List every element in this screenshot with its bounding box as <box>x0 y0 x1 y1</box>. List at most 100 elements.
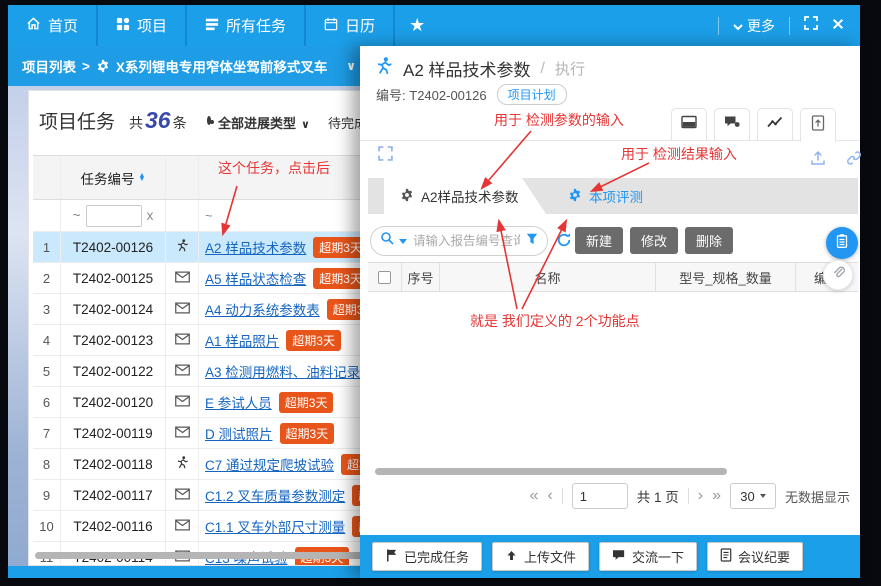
nav-item-projects[interactable]: 项目 <box>98 5 187 46</box>
mail-icon <box>175 395 190 410</box>
overdue-badge: 超期3天 <box>286 330 341 351</box>
task-link[interactable]: A1 样品照片 <box>205 330 279 350</box>
report-search <box>370 226 548 256</box>
col-task-number[interactable]: 任务编号 ▲▼ <box>61 156 166 199</box>
app-window: 首页 项目 所有任务 日历 ★ 更多 项目列表 > <box>0 0 881 586</box>
more-menu[interactable]: 更多 <box>733 16 775 36</box>
plan-badge: 项目计划 <box>497 84 567 105</box>
mail-icon <box>175 271 190 286</box>
chevron-down-icon[interactable]: ∨ <box>346 59 356 73</box>
horizontal-scrollbar[interactable] <box>375 468 727 475</box>
divider <box>718 17 719 35</box>
results-table-header: 序号 名称 型号_规格_数量 编号 <box>368 262 858 292</box>
nav-item-home[interactable]: 首页 <box>8 5 98 46</box>
task-link[interactable]: E 参试人员 <box>205 392 272 412</box>
chevron-down-icon[interactable] <box>399 239 407 244</box>
last-page-button[interactable]: » <box>712 488 721 504</box>
tab-evaluation[interactable]: 本项评测 <box>568 178 643 214</box>
select-all-checkbox[interactable] <box>378 271 391 284</box>
task-link[interactable]: C1.1 叉车外部尺寸测量 <box>205 516 345 536</box>
breadcrumb-project[interactable]: X系列锂电专用窄体坐驾前移式叉车 <box>116 56 328 76</box>
page-size-select[interactable]: 30 <box>730 483 776 509</box>
first-page-button[interactable]: « <box>530 488 539 504</box>
edit-button[interactable]: 修改 <box>630 227 678 254</box>
tasks-table: 任务编号 ▲▼ ~ x ~ <box>33 155 367 566</box>
gear-icon <box>400 188 414 205</box>
link-icon[interactable] <box>846 150 862 171</box>
next-page-button[interactable]: › <box>698 488 703 504</box>
col-seq[interactable]: 序号 <box>402 263 440 291</box>
panel-icon <box>681 115 697 134</box>
delete-button[interactable]: 删除 <box>685 227 733 254</box>
task-link[interactable]: C1.2 叉车质量参数测定 <box>205 485 345 505</box>
chat-icon <box>612 549 626 564</box>
refresh-icon[interactable] <box>556 232 572 253</box>
new-button[interactable]: 新建 <box>575 227 623 254</box>
horizontal-scrollbar[interactable] <box>35 552 365 559</box>
table-row[interactable]: 2 T2402-00125 A5 样品状态检查 超期3天 <box>33 263 367 294</box>
clipboard-icon <box>834 233 850 254</box>
search-input[interactable] <box>411 233 522 249</box>
table-row[interactable]: 6 T2402-00120 E 参试人员 超期3天 <box>33 387 367 418</box>
fullscreen-icon[interactable] <box>804 16 818 35</box>
overdue-badge: 超期3天 <box>279 392 334 413</box>
task-number-filter-input[interactable] <box>86 205 142 227</box>
mail-icon <box>175 364 190 379</box>
table-row[interactable]: 9 T2402-00117 C1.2 叉车质量参数测定 超期3天 <box>33 480 367 511</box>
trend-chart-icon <box>767 116 783 134</box>
progress-type-filter[interactable]: 全部进展类型 <box>218 113 296 132</box>
meeting-minutes-button[interactable]: 会议纪要 <box>707 542 803 571</box>
upload-icon[interactable] <box>810 150 826 171</box>
detail-title-row: A2 样品技术参数 / 执行 <box>374 56 585 81</box>
completed-task-button[interactable]: 已完成任务 <box>372 542 482 571</box>
prev-page-button[interactable]: ‹ <box>547 488 552 504</box>
nav-item-calendar[interactable]: 日历 <box>306 5 395 46</box>
table-row[interactable]: 8 T2402-00118 C7 通过规定爬坡试验 超期3天 <box>33 449 367 480</box>
grid-icon <box>116 17 130 35</box>
calendar-icon <box>324 17 338 35</box>
detail-code-row: 编号: T2402-00126 项目计划 <box>376 84 567 105</box>
table-row[interactable]: 7 T2402-00119 D 测试照片 超期3天 <box>33 418 367 449</box>
filter-funnel-icon[interactable] <box>526 232 538 250</box>
file-upload-icon <box>811 115 825 136</box>
upload-file-button[interactable]: 上传文件 <box>492 542 589 571</box>
total-pages-label: 共 1 页 <box>637 486 679 506</box>
table-row[interactable]: 5 T2402-00122 A3 检测用燃料、油料记录 超期3天 <box>33 356 367 387</box>
table-row[interactable]: 4 T2402-00123 A1 样品照片 超期3天 <box>33 325 367 356</box>
page-number-input[interactable] <box>572 483 628 509</box>
table-row[interactable]: 10 T2402-00116 C1.1 叉车外部尺寸测量 超期3天 <box>33 511 367 542</box>
chat-button[interactable]: 交流一下 <box>599 542 697 571</box>
tab-documents[interactable] <box>800 108 836 142</box>
top-nav: 首页 项目 所有任务 日历 ★ 更多 <box>8 5 860 46</box>
chevron-down-icon[interactable]: ∨ <box>301 118 310 131</box>
nav-item-all-tasks[interactable]: 所有任务 <box>187 5 306 46</box>
close-icon[interactable] <box>832 17 844 35</box>
paperclip-icon <box>831 265 846 285</box>
list-icon <box>205 17 219 35</box>
clear-filter[interactable]: x <box>147 208 154 223</box>
task-link[interactable]: A5 样品状态检查 <box>205 268 306 288</box>
table-row[interactable]: 3 T2402-00124 A4 动力系统参数表 超期3天 <box>33 294 367 325</box>
tab-tech-params[interactable]: A2样品技术参数 <box>384 178 546 214</box>
task-link[interactable]: A4 动力系统参数表 <box>205 299 320 319</box>
tab-detail-view[interactable] <box>671 108 707 140</box>
task-link[interactable]: D 测试照片 <box>205 423 273 443</box>
tab-progress[interactable] <box>757 108 793 140</box>
favorite-star-icon[interactable]: ★ <box>395 5 718 46</box>
table-row[interactable]: 1 T2402-00126 A2 样品技术参数 超期3天 <box>33 232 367 263</box>
expand-icon[interactable] <box>378 146 393 166</box>
sort-icon[interactable]: ▲▼ <box>139 174 146 182</box>
col-name[interactable]: 名称 <box>440 263 656 291</box>
breadcrumb-root[interactable]: 项目列表 <box>22 56 76 76</box>
tasks-filter-row: ~ x ~ <box>33 200 367 232</box>
col-model[interactable]: 型号_规格_数量 <box>656 263 796 291</box>
task-link[interactable]: A2 样品技术参数 <box>205 237 306 257</box>
report-list-button[interactable] <box>826 227 858 259</box>
task-count: 36 <box>145 107 171 134</box>
task-link[interactable]: A3 检测用燃料、油料记录 <box>205 361 360 381</box>
radio-icon[interactable] <box>207 116 211 125</box>
empty-state-label: 无数据显示 <box>785 487 850 506</box>
task-link[interactable]: C7 通过规定爬坡试验 <box>205 454 334 474</box>
attachment-button[interactable] <box>823 260 853 290</box>
tab-comments[interactable] <box>714 108 750 140</box>
